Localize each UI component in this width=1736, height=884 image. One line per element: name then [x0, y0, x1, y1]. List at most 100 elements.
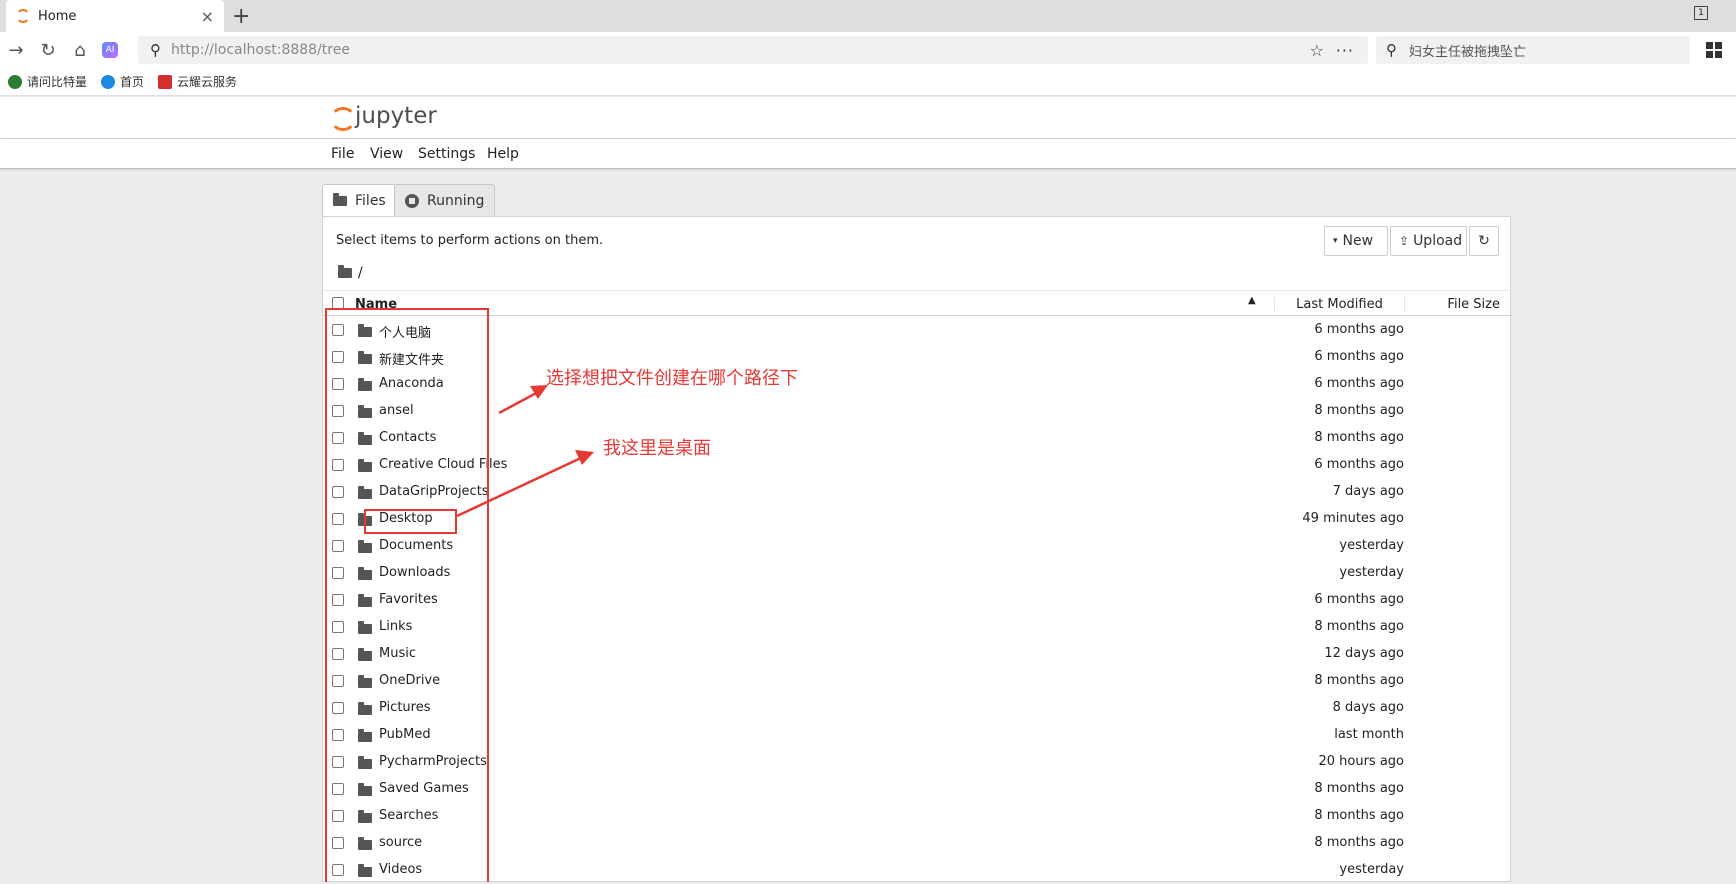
jupyter-header: jupyter: [0, 97, 1736, 139]
last-modified-value: 8 months ago: [1314, 781, 1404, 796]
last-modified-value: yesterday: [1339, 565, 1404, 580]
browser-tab-home[interactable]: Home ×: [6, 0, 224, 32]
new-button[interactable]: ▾ New: [1324, 226, 1388, 256]
jupyter-logo-text: jupyter: [355, 103, 437, 129]
file-browser-panel: Select items to perform actions on them.…: [322, 216, 1512, 884]
last-modified-value: 8 days ago: [1332, 700, 1404, 715]
folder-icon[interactable]: [338, 265, 352, 278]
more-dots-icon[interactable]: ···: [1336, 41, 1354, 60]
file-list-row[interactable]: DataGripProjects 7 days ago: [323, 479, 1512, 506]
apps-grid-icon[interactable]: [1706, 42, 1722, 58]
last-modified-value: last month: [1334, 727, 1404, 742]
file-list-row[interactable]: Links 8 months ago: [323, 614, 1512, 641]
search-icon: ⚲: [150, 41, 161, 59]
file-list-row[interactable]: 个人电脑 6 months ago: [323, 317, 1512, 344]
upload-button[interactable]: ⇪ Upload: [1390, 226, 1467, 256]
menu-file[interactable]: File: [331, 146, 354, 162]
last-modified-value: 8 months ago: [1314, 619, 1404, 634]
file-list-row[interactable]: PubMed last month: [323, 722, 1512, 749]
jupyter-logo[interactable]: jupyter: [329, 103, 437, 131]
jupyter-menu-bar: File View Settings Help: [0, 139, 1736, 169]
last-modified-value: 6 months ago: [1314, 376, 1404, 391]
bookmark-label: 云耀云服务: [177, 75, 238, 89]
file-list-row[interactable]: Pictures 8 days ago: [323, 695, 1512, 722]
breadcrumb: /: [338, 265, 363, 281]
file-list-row[interactable]: Anaconda 6 months ago: [323, 371, 1512, 398]
tab-files[interactable]: Files: [322, 184, 397, 217]
file-list-row[interactable]: Documents yesterday: [323, 533, 1512, 560]
last-modified-value: yesterday: [1339, 538, 1404, 553]
last-modified-value: 8 months ago: [1314, 835, 1404, 850]
annotation-box-desktop: [364, 509, 457, 534]
last-modified-value: 8 months ago: [1314, 673, 1404, 688]
file-list-row[interactable]: Music 12 days ago: [323, 641, 1512, 668]
bookmark-star-icon[interactable]: ☆: [1310, 41, 1324, 60]
bookmark-label: 首页: [120, 75, 145, 89]
home-icon[interactable]: ⌂: [64, 40, 96, 61]
annotation-note-path: 选择想把文件创建在哪个路径下: [546, 368, 798, 389]
select-hint: Select items to perform actions on them.: [336, 233, 604, 248]
sort-asc-icon[interactable]: ▲: [1248, 295, 1256, 306]
new-button-label: New: [1342, 233, 1374, 249]
file-list-row[interactable]: source 8 months ago: [323, 830, 1512, 857]
refresh-button[interactable]: ↻: [1469, 226, 1499, 256]
file-list-row[interactable]: Saved Games 8 months ago: [323, 776, 1512, 803]
search-box-text[interactable]: 妇女主任被拖拽坠亡: [1409, 41, 1526, 60]
stop-circle-icon: [405, 193, 419, 208]
upload-icon: ⇪: [1399, 234, 1410, 248]
ai-extension-icon[interactable]: AI: [102, 42, 118, 58]
browser-tab-bar: Home × + 1: [0, 0, 1736, 32]
last-modified-value: 49 minutes ago: [1302, 511, 1404, 526]
file-list-row[interactable]: Favorites 6 months ago: [323, 587, 1512, 614]
last-modified-value: 6 months ago: [1314, 457, 1404, 472]
file-list-row[interactable]: PycharmProjects 20 hours ago: [323, 749, 1512, 776]
address-bar[interactable]: ⚲ http://localhost:8888/tree ☆ ···: [138, 36, 1368, 64]
last-modified-value: 20 hours ago: [1318, 754, 1404, 769]
last-modified-value: 8 months ago: [1314, 808, 1404, 823]
browser-nav-bar: → ↻ ⌂ AI ⚲ http://localhost:8888/tree ☆ …: [0, 32, 1736, 68]
bookmark-item[interactable]: 云耀云服务: [158, 73, 237, 90]
jupyter-favicon-icon: [16, 9, 30, 23]
reload-icon[interactable]: ↻: [32, 40, 64, 61]
close-tab-icon[interactable]: ×: [201, 7, 214, 26]
menu-help[interactable]: Help: [487, 146, 519, 162]
new-tab-button[interactable]: +: [232, 4, 250, 29]
last-modified-value: 6 months ago: [1314, 322, 1404, 337]
file-list-row[interactable]: 新建文件夹 6 months ago: [323, 344, 1512, 371]
annotation-note-desktop: 我这里是桌面: [603, 438, 711, 459]
search-icon: ⚲: [1386, 41, 1397, 59]
breadcrumb-root[interactable]: /: [358, 265, 363, 281]
folder-icon: [333, 193, 347, 206]
bookmark-favicon-icon: [8, 74, 22, 89]
bookmark-favicon-icon: [101, 74, 116, 89]
menu-view[interactable]: View: [370, 146, 403, 162]
upload-button-label: Upload: [1413, 233, 1463, 249]
file-list-row[interactable]: Videos yesterday: [323, 857, 1512, 884]
last-modified-value: yesterday: [1339, 862, 1404, 877]
url-text[interactable]: http://localhost:8888/tree: [171, 42, 350, 58]
file-list-row[interactable]: Contacts 8 months ago: [323, 425, 1512, 452]
browser-search-box[interactable]: ⚲ 妇女主任被拖拽坠亡: [1376, 36, 1690, 64]
file-list-header: Name ▲ Last Modified File Size: [323, 290, 1512, 316]
bookmark-favicon-icon: [158, 74, 173, 89]
bookmark-item[interactable]: 首页: [101, 73, 144, 90]
file-list-row[interactable]: Creative Cloud Files 6 months ago: [323, 452, 1512, 479]
file-list-row[interactable]: Desktop 49 minutes ago: [323, 506, 1512, 533]
file-list-row[interactable]: ansel 8 months ago: [323, 398, 1512, 425]
forward-arrow-icon[interactable]: →: [0, 40, 32, 61]
bookmark-item[interactable]: 请问比特量: [8, 73, 87, 90]
column-last-modified-header[interactable]: Last Modified: [1274, 297, 1404, 312]
bookmarks-bar: 请问比特量 首页 云耀云服务: [0, 68, 1736, 96]
file-list: 个人电脑 6 months ago 新建文件夹 6 months ago Anacond…: [323, 317, 1512, 884]
column-file-size-header[interactable]: File Size: [1404, 297, 1512, 312]
refresh-icon: ↻: [1478, 233, 1490, 249]
file-list-row[interactable]: Searches 8 months ago: [323, 803, 1512, 830]
tab-running[interactable]: Running: [394, 184, 496, 216]
window-count-badge[interactable]: 1: [1694, 6, 1708, 20]
file-list-row[interactable]: OneDrive 8 months ago: [323, 668, 1512, 695]
menu-settings[interactable]: Settings: [418, 146, 475, 162]
caret-down-icon: ▾: [1333, 236, 1338, 246]
last-modified-value: 12 days ago: [1324, 646, 1404, 661]
file-list-row[interactable]: Downloads yesterday: [323, 560, 1512, 587]
tab-title: Home: [38, 8, 77, 24]
